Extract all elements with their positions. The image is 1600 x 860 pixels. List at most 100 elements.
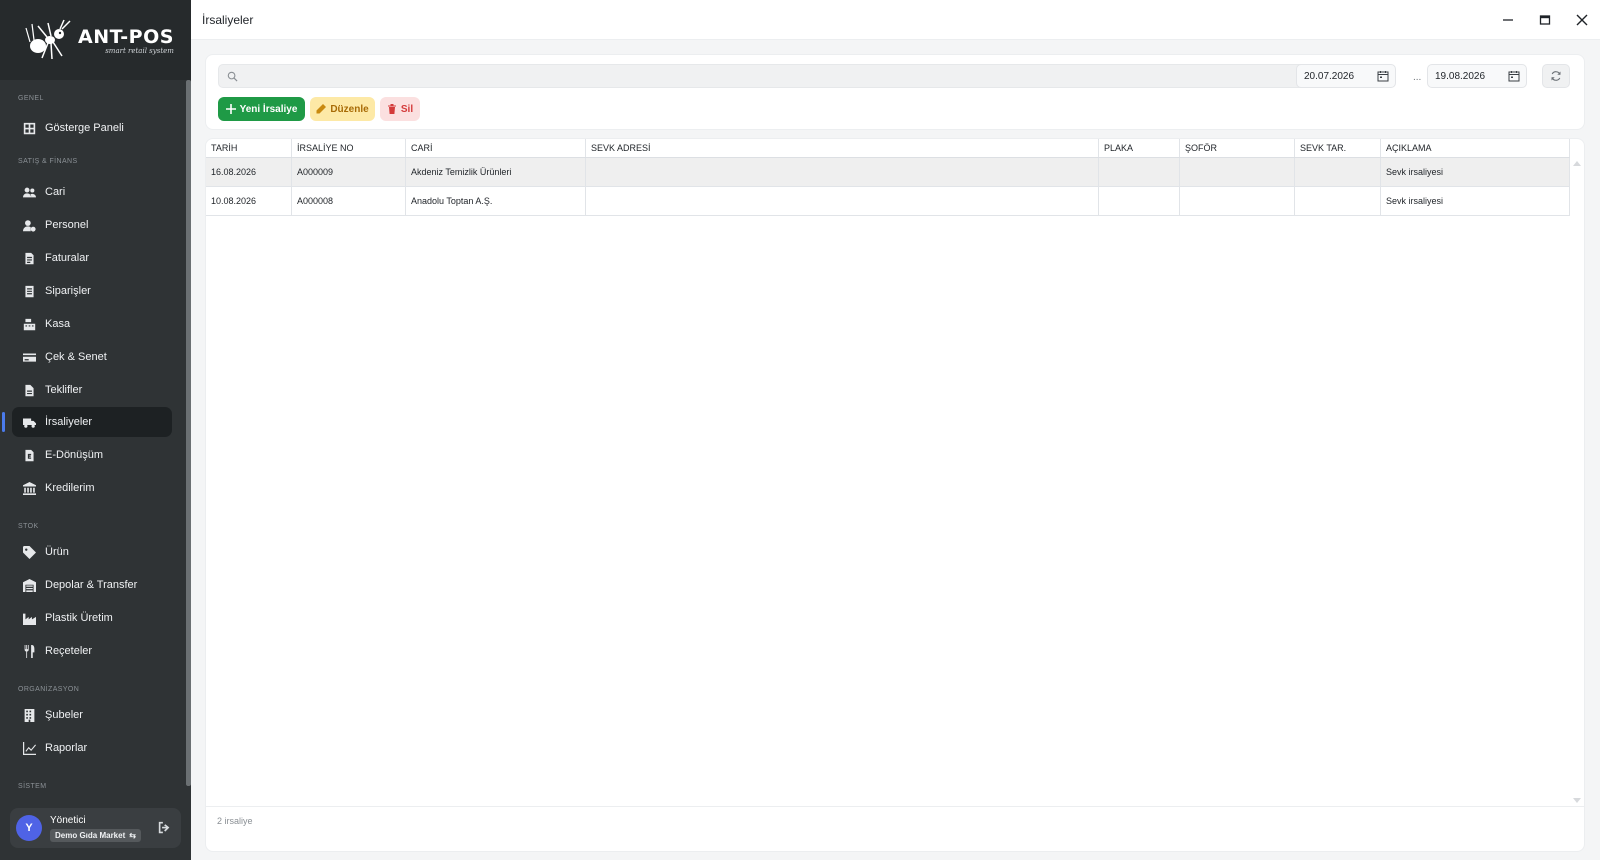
sidebar-item-cari[interactable]: Cari xyxy=(12,177,172,207)
warehouse-icon xyxy=(22,578,36,592)
shop-switcher[interactable]: Demo Gıda Market ⇆ xyxy=(50,828,141,842)
cell-sofor xyxy=(1180,187,1295,215)
refresh-icon xyxy=(1551,71,1561,81)
search-input[interactable] xyxy=(243,68,1293,84)
search-icon xyxy=(227,71,238,82)
tag-icon xyxy=(22,545,36,559)
section-label-organizasyon: ORGANİZASYON xyxy=(18,686,80,693)
sidebar-item-label: Ürün xyxy=(45,546,69,558)
column-header-plaka[interactable]: PLAKA xyxy=(1099,139,1180,157)
sidebar-item-label: Raporlar xyxy=(45,742,88,754)
cash-register-icon xyxy=(22,317,36,331)
minimize-button[interactable] xyxy=(1498,10,1518,30)
date-from-value: 20.07.2026 xyxy=(1304,70,1355,82)
date-from-field[interactable]: 20.07.2026 xyxy=(1296,64,1396,88)
table-row[interactable]: 10.08.2026 A000008 Anadolu Toptan A.Ş. S… xyxy=(206,187,1570,216)
scroll-down-arrow-icon[interactable] xyxy=(1573,798,1581,803)
sidebar-item-personel[interactable]: Personel xyxy=(12,210,172,240)
main-content: 20.07.2026 ... 19.08.2026 Yeni İrsaliye … xyxy=(191,40,1600,860)
ant-logo-icon xyxy=(25,19,71,60)
new-waybill-button[interactable]: Yeni İrsaliye xyxy=(218,97,305,121)
column-header-irsaliye-no[interactable]: İRSALİYE NO xyxy=(292,139,406,157)
sidebar: ANT-POS smart retail system GENEL SATIŞ … xyxy=(0,0,191,860)
grid-scrollbar[interactable] xyxy=(1570,158,1584,806)
logout-icon[interactable] xyxy=(158,821,171,834)
cell-aciklama: Sevk irsaliyesi xyxy=(1381,187,1570,215)
dashboard-icon xyxy=(22,121,36,135)
delete-label: Sil xyxy=(400,103,414,115)
sidebar-item-label: Faturalar xyxy=(45,252,90,264)
sidebar-item-label: Kasa xyxy=(45,318,71,330)
search-box[interactable] xyxy=(218,64,1307,88)
column-header-tarih[interactable]: TARİH xyxy=(206,139,292,157)
record-count: 2 irsaliye xyxy=(217,816,253,826)
invoice-icon xyxy=(22,251,36,265)
sidebar-item-siparisler[interactable]: Siparişler xyxy=(12,276,172,306)
trash-icon xyxy=(387,104,396,114)
maximize-icon xyxy=(1539,15,1551,25)
sidebar-item-depolar-transfer[interactable]: Depolar & Transfer xyxy=(12,570,172,600)
sidebar-item-label: Çek & Senet xyxy=(45,351,107,363)
date-range-separator: ... xyxy=(1413,72,1422,83)
section-label-genel: GENEL xyxy=(18,95,44,102)
date-to-field[interactable]: 19.08.2026 xyxy=(1427,64,1527,88)
column-header-aciklama[interactable]: AÇIKLAMA xyxy=(1381,139,1570,157)
column-header-sevk-tar[interactable]: SEVK TAR. xyxy=(1295,139,1381,157)
cell-tarih: 16.08.2026 xyxy=(206,158,292,186)
calendar-icon[interactable] xyxy=(1508,70,1520,82)
sidebar-item-label: Plastik Üretim xyxy=(45,612,113,624)
sidebar-item-gosterge-paneli[interactable]: Gösterge Paneli xyxy=(12,113,172,143)
cell-sevk-adresi xyxy=(586,187,1099,215)
table-row[interactable]: 16.08.2026 A000009 Akdeniz Temizlik Ürün… xyxy=(206,158,1570,187)
column-header-sofor[interactable]: ŞOFÖR xyxy=(1180,139,1295,157)
shop-name: Demo Gıda Market xyxy=(55,830,126,840)
cell-irsaliye-no: A000009 xyxy=(292,158,406,186)
sidebar-item-label: Şubeler xyxy=(45,709,83,721)
close-button[interactable] xyxy=(1572,10,1592,30)
sidebar-item-faturalar[interactable]: Faturalar xyxy=(12,243,172,273)
e-document-icon xyxy=(22,448,36,462)
sidebar-item-label: Kredilerim xyxy=(45,482,95,494)
sidebar-item-label: İrsaliyeler xyxy=(45,416,93,428)
cell-plaka xyxy=(1099,158,1180,186)
sidebar-item-raporlar[interactable]: Raporlar xyxy=(12,733,172,763)
truck-icon xyxy=(22,415,36,429)
sidebar-item-kasa[interactable]: Kasa xyxy=(12,309,172,339)
logo-area: ANT-POS smart retail system xyxy=(0,0,191,80)
column-header-cari[interactable]: CARİ xyxy=(406,139,586,157)
sidebar-item-label: Gösterge Paneli xyxy=(45,122,124,134)
users-icon xyxy=(22,185,36,199)
sidebar-item-label: Teklifler xyxy=(45,384,83,396)
scroll-up-arrow-icon[interactable] xyxy=(1573,161,1581,166)
minimize-icon xyxy=(1503,19,1513,21)
sidebar-item-teklifler[interactable]: Teklifler xyxy=(12,375,172,405)
order-icon xyxy=(22,284,36,298)
user-card[interactable]: Y Yönetici Demo Gıda Market ⇆ xyxy=(10,808,181,848)
sidebar-item-irsaliyeler[interactable]: İrsaliyeler xyxy=(12,407,172,437)
switch-icon: ⇆ xyxy=(129,830,136,840)
cell-cari: Akdeniz Temizlik Ürünleri xyxy=(406,158,586,186)
refresh-button[interactable] xyxy=(1542,64,1570,88)
sidebar-item-label: Depolar & Transfer xyxy=(45,579,138,591)
sidebar-item-kredilerim[interactable]: Kredilerim xyxy=(12,473,172,503)
grid-header: TARİH İRSALİYE NO CARİ SEVK ADRESİ PLAKA… xyxy=(206,139,1570,158)
sidebar-item-urun[interactable]: Ürün xyxy=(12,537,172,567)
sidebar-item-label: Personel xyxy=(45,219,89,231)
utensils-icon xyxy=(22,644,36,658)
column-header-sevk-adresi[interactable]: SEVK ADRESİ xyxy=(586,139,1099,157)
new-waybill-label: Yeni İrsaliye xyxy=(239,103,298,115)
pencil-icon xyxy=(316,104,327,114)
sidebar-item-plastik-uretim[interactable]: Plastik Üretim xyxy=(12,603,172,633)
cell-sevk-tar xyxy=(1295,158,1381,186)
window-title: İrsaliyeler xyxy=(202,13,254,27)
user-cog-icon xyxy=(22,218,36,232)
edit-button[interactable]: Düzenle xyxy=(310,97,375,121)
sidebar-item-receteler[interactable]: Reçeteler xyxy=(12,636,172,666)
calendar-icon[interactable] xyxy=(1377,70,1389,82)
sidebar-item-cek-senet[interactable]: Çek & Senet xyxy=(12,342,172,372)
sidebar-item-subeler[interactable]: Şubeler xyxy=(12,700,172,730)
delete-button[interactable]: Sil xyxy=(380,97,420,121)
plus-icon xyxy=(225,104,236,114)
sidebar-item-e-donusum[interactable]: E-Dönüşüm xyxy=(12,440,172,470)
maximize-button[interactable] xyxy=(1535,10,1555,30)
